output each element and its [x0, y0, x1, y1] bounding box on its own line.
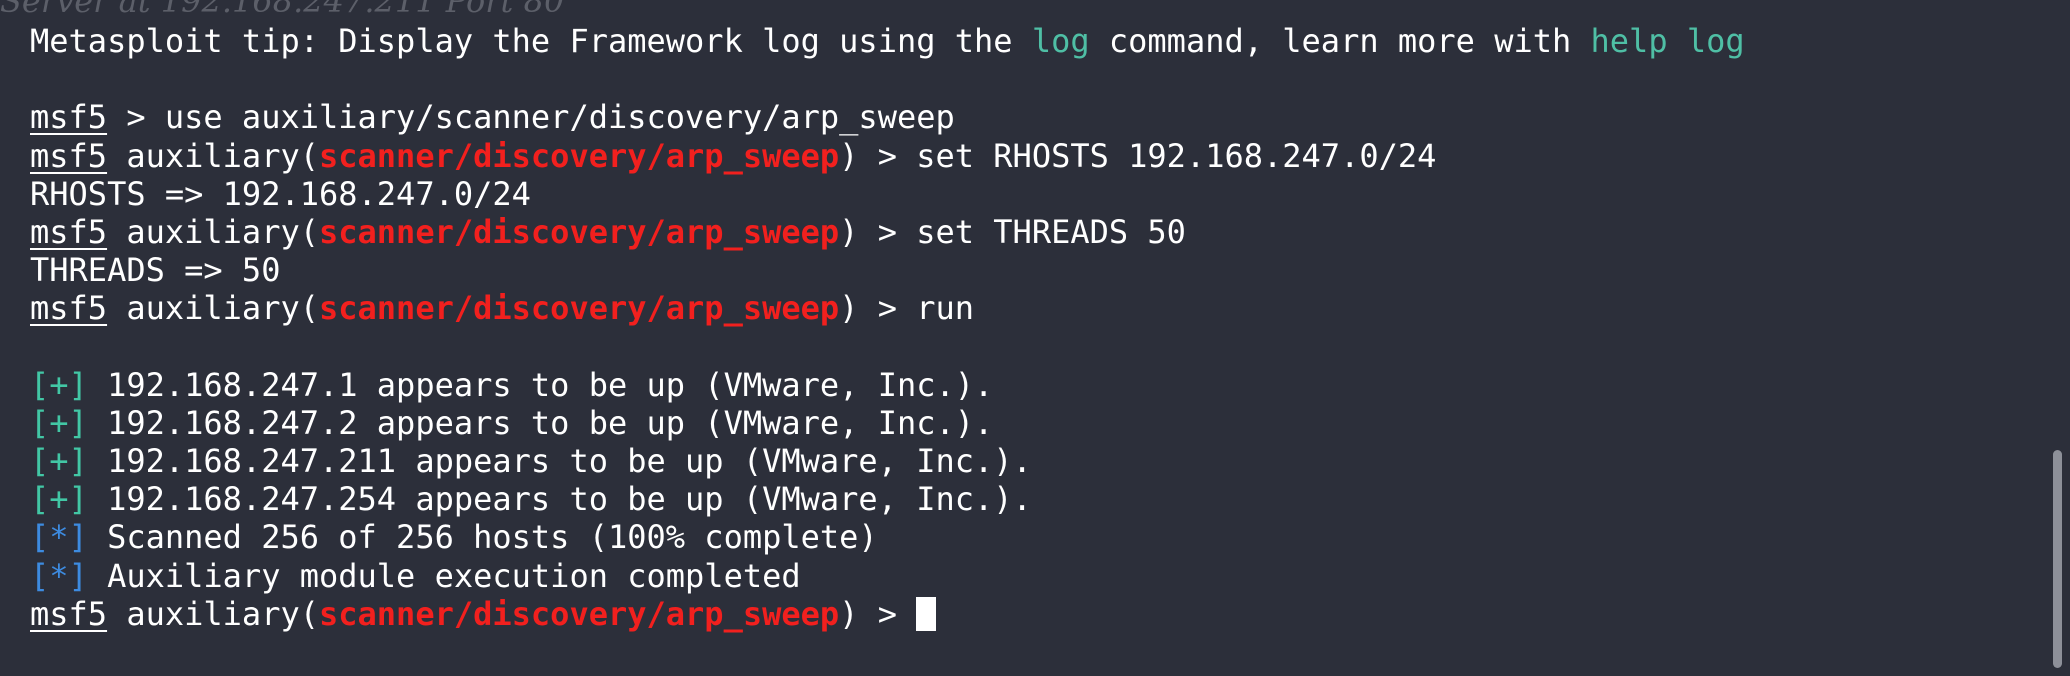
terminal-window[interactable]: Server at 192.168.247.211 Port 80 Metasp…: [0, 0, 2070, 676]
status-line-completed: [*] Auxiliary module execution completed: [30, 557, 1745, 595]
prompt-module-prefix: auxiliary(: [107, 136, 319, 175]
result-line-host: [+] 192.168.247.1 appears to be up (VMwa…: [30, 366, 1745, 404]
prompt-module-name: scanner/discovery/arp_sweep: [318, 136, 840, 175]
prompt-module-suffix: ) >: [839, 594, 917, 633]
background-window-title: Server at 192.168.247.211 Port 80: [0, 0, 565, 20]
prompt-msf5: msf5: [30, 212, 108, 251]
prompt-module-suffix: ) >: [839, 289, 917, 328]
success-marker: [+]: [30, 365, 88, 404]
tip-text-middle: command, learn more with: [1089, 22, 1591, 60]
command-text: set THREADS 50: [916, 212, 1186, 251]
output-threads: THREADS => 50: [30, 251, 281, 290]
prompt-msf5: msf5: [30, 98, 108, 137]
command-line-set-rhosts: msf5 auxiliary(scanner/discovery/arp_swe…: [30, 137, 1745, 175]
result-text: 192.168.247.211 appears to be up (VMware…: [87, 442, 1032, 481]
result-line-host: [+] 192.168.247.2 appears to be up (VMwa…: [30, 404, 1745, 442]
success-marker: [+]: [30, 442, 88, 481]
command-line-set-threads: msf5 auxiliary(scanner/discovery/arp_swe…: [30, 213, 1745, 251]
prompt-msf5: msf5: [30, 136, 108, 175]
output-rhosts: RHOSTS => 192.168.247.0/24: [30, 174, 531, 213]
prompt-module-name: scanner/discovery/arp_sweep: [318, 594, 840, 633]
tip-text: Metasploit tip: Display the Framework lo…: [30, 22, 1032, 60]
result-text: 192.168.247.2 appears to be up (VMware, …: [87, 403, 994, 442]
prompt-module-prefix: auxiliary(: [107, 212, 319, 251]
prompt-msf5: msf5: [30, 594, 108, 633]
scrollbar-thumb[interactable]: [2053, 450, 2062, 668]
text-cursor[interactable]: [916, 596, 937, 631]
result-line-host: [+] 192.168.247.254 appears to be up (VM…: [30, 480, 1745, 518]
prompt-module-name: scanner/discovery/arp_sweep: [318, 212, 840, 251]
prompt-msf5: msf5: [30, 289, 108, 328]
status-line-scanned: [*] Scanned 256 of 256 hosts (100% compl…: [30, 518, 1745, 556]
command-line-run: msf5 auxiliary(scanner/discovery/arp_swe…: [30, 289, 1745, 327]
command-text: > use auxiliary/scanner/discovery/arp_sw…: [107, 98, 955, 137]
prompt-module-suffix: ) >: [839, 136, 917, 175]
result-line-host: [+] 192.168.247.211 appears to be up (VM…: [30, 442, 1745, 480]
tip-help-command: help log: [1590, 22, 1745, 60]
prompt-module-prefix: auxiliary(: [107, 594, 319, 633]
info-marker: [*]: [30, 518, 88, 557]
prompt-module-name: scanner/discovery/arp_sweep: [318, 289, 840, 328]
result-text: 192.168.247.1 appears to be up (VMware, …: [87, 365, 994, 404]
tip-line: Metasploit tip: Display the Framework lo…: [30, 22, 1745, 60]
status-text: Auxiliary module execution completed: [87, 556, 801, 595]
active-prompt-line[interactable]: msf5 auxiliary(scanner/discovery/arp_swe…: [30, 595, 1745, 633]
success-marker: [+]: [30, 403, 88, 442]
status-text: Scanned 256 of 256 hosts (100% complete): [87, 518, 878, 557]
terminal-output[interactable]: Metasploit tip: Display the Framework lo…: [30, 22, 1745, 633]
info-marker: [*]: [30, 556, 88, 595]
prompt-module-suffix: ) >: [839, 212, 917, 251]
command-line-use: msf5 > use auxiliary/scanner/discovery/a…: [30, 98, 1745, 136]
prompt-module-prefix: auxiliary(: [107, 289, 319, 328]
command-text: set RHOSTS 192.168.247.0/24: [916, 136, 1437, 175]
command-text: run: [916, 289, 975, 328]
vertical-scrollbar[interactable]: [2046, 0, 2068, 676]
result-text: 192.168.247.254 appears to be up (VMware…: [87, 480, 1032, 519]
success-marker: [+]: [30, 480, 88, 519]
tip-log-command: log: [1031, 22, 1090, 60]
